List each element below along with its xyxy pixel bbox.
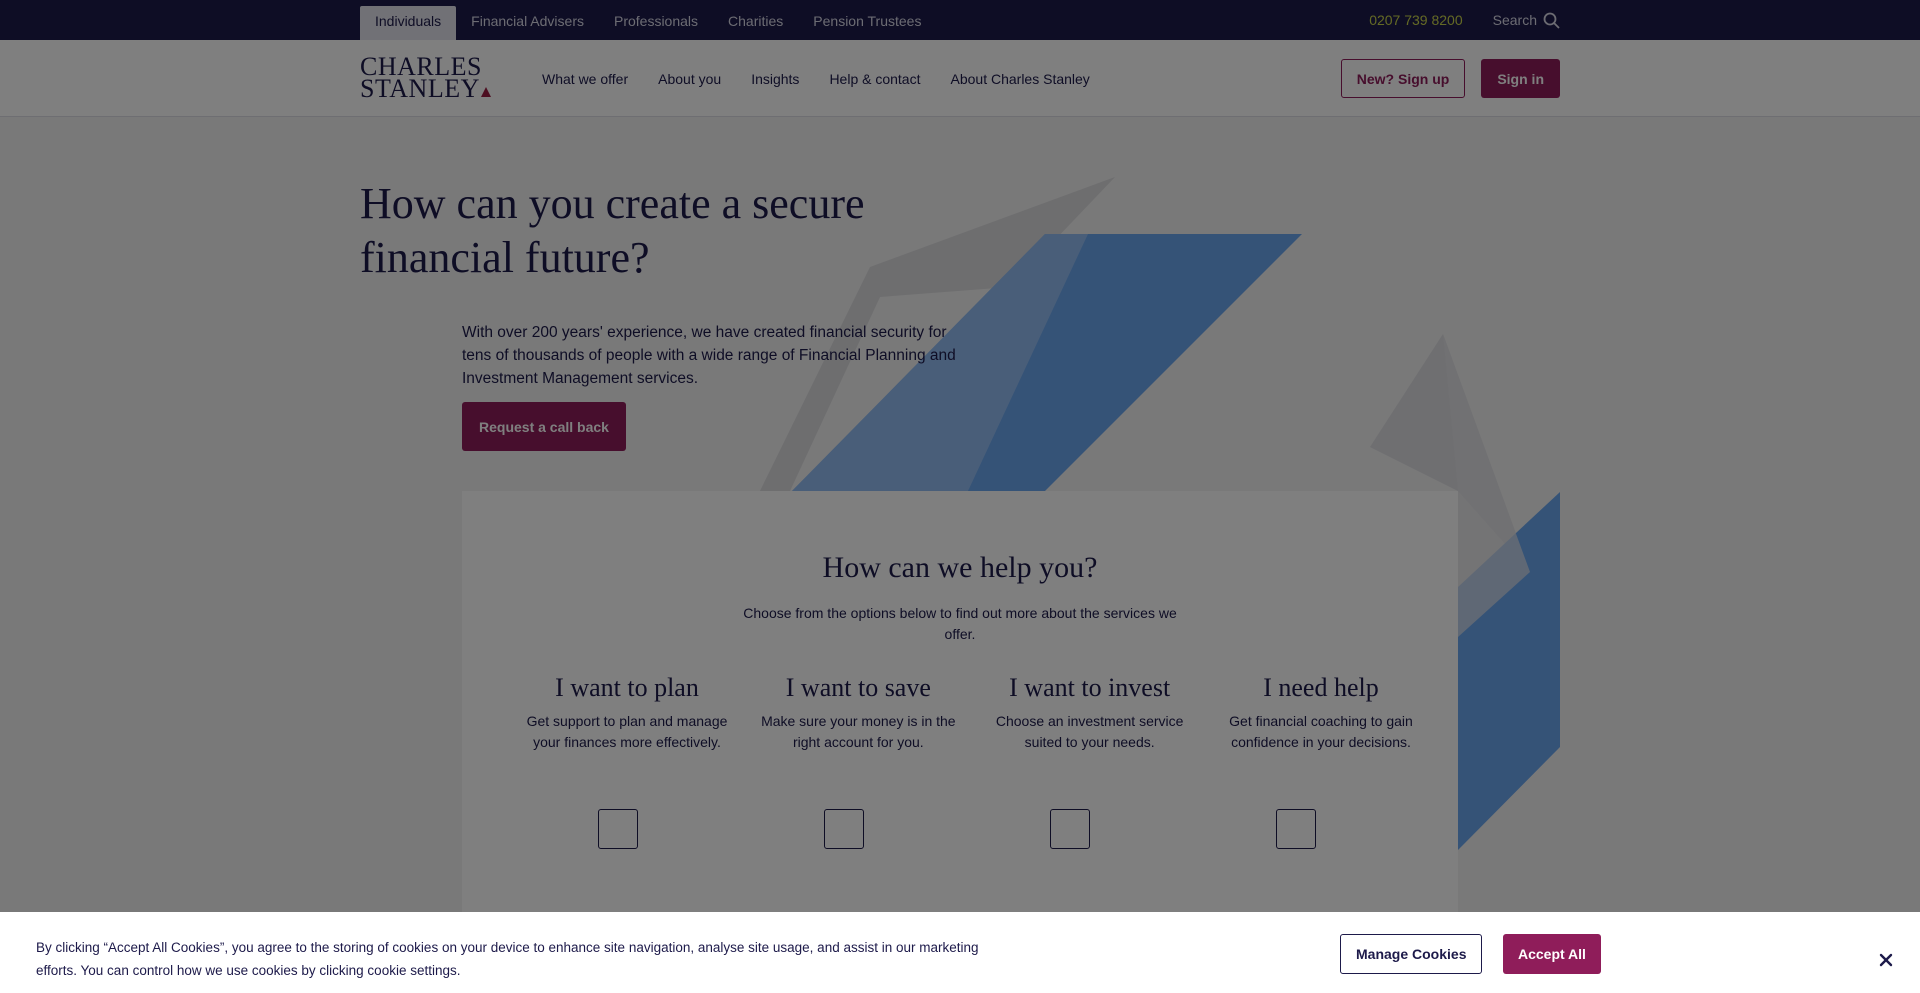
option-help[interactable]: I need help Get financial coaching to ga… xyxy=(1216,673,1426,753)
utility-right: 0207 739 8200 Search xyxy=(1369,0,1560,40)
close-icon[interactable] xyxy=(1876,950,1896,970)
option-title: I want to invest xyxy=(1009,673,1171,702)
main-header: CHARLES STANLEY What we offer About you … xyxy=(0,40,1920,117)
nav-about-charles-stanley[interactable]: About Charles Stanley xyxy=(951,71,1090,87)
signin-button[interactable]: Sign in xyxy=(1481,59,1560,98)
nav-what-we-offer[interactable]: What we offer xyxy=(542,71,628,87)
logo-line-2: STANLEY xyxy=(360,74,480,103)
option-save[interactable]: I want to save Make sure your money is i… xyxy=(753,673,963,753)
logo-triangle-icon xyxy=(480,87,491,97)
option-title: I need help xyxy=(1263,673,1379,702)
search-icon xyxy=(1543,12,1560,29)
accept-all-button[interactable]: Accept All xyxy=(1503,934,1601,974)
phone-link[interactable]: 0207 739 8200 xyxy=(1369,12,1462,28)
hero-title: How can you create a secure financial fu… xyxy=(360,179,865,282)
cookie-text: By clicking “Accept All Cookies”, you ag… xyxy=(36,940,979,978)
search-label: Search xyxy=(1492,12,1537,28)
option-text: Get support to plan and manage your fina… xyxy=(526,713,728,750)
signup-button[interactable]: New? Sign up xyxy=(1340,59,1466,98)
hero-section: How can you create a secure financial fu… xyxy=(0,117,1920,993)
tab-financial-advisers[interactable]: Financial Advisers xyxy=(456,6,599,40)
option-plan-icon-placeholder[interactable] xyxy=(598,809,638,849)
request-call-back-button[interactable]: Request a call back xyxy=(462,402,626,451)
main-nav: What we offer About you Insights Help & … xyxy=(542,40,1090,117)
header-actions: New? Sign up Sign in xyxy=(1340,59,1560,98)
utility-bar: Individuals Financial Advisers Professio… xyxy=(0,0,1920,40)
help-card: How can we help you? Choose from the opt… xyxy=(462,491,1458,951)
tab-professionals[interactable]: Professionals xyxy=(599,6,713,40)
tab-pension-trustees[interactable]: Pension Trustees xyxy=(798,6,936,40)
manage-cookies-button[interactable]: Manage Cookies xyxy=(1340,934,1483,974)
cookie-banner: By clicking “Accept All Cookies”, you ag… xyxy=(0,912,1920,993)
help-options: I want to plan Get support to plan and m… xyxy=(522,673,1426,753)
charles-stanley-logo[interactable]: CHARLES STANLEY xyxy=(360,54,491,103)
help-title: How can we help you? xyxy=(822,551,1098,584)
option-text: Make sure your money is in the right acc… xyxy=(761,713,956,750)
search-button[interactable]: Search xyxy=(1493,12,1560,29)
nav-help-contact[interactable]: Help & contact xyxy=(829,71,920,87)
help-subtitle: Choose from the options below to find ou… xyxy=(743,605,1177,642)
option-text: Choose an investment service suited to y… xyxy=(995,713,1184,750)
option-plan[interactable]: I want to plan Get support to plan and m… xyxy=(522,673,732,753)
option-title: I want to save xyxy=(785,673,931,702)
tab-charities[interactable]: Charities xyxy=(713,6,798,40)
option-invest[interactable]: I want to invest Choose an investment se… xyxy=(985,673,1195,753)
option-text: Get financial coaching to gain confidenc… xyxy=(1229,713,1413,750)
hero-description: With over 200 years' experience, we have… xyxy=(462,324,956,387)
option-save-icon-placeholder[interactable] xyxy=(824,809,864,849)
option-title: I want to plan xyxy=(555,673,699,702)
audience-tabs: Individuals Financial Advisers Professio… xyxy=(360,6,936,40)
tab-individuals[interactable]: Individuals xyxy=(360,6,457,40)
option-invest-icon-placeholder[interactable] xyxy=(1050,809,1090,849)
nav-insights[interactable]: Insights xyxy=(751,71,799,87)
option-help-icon-placeholder[interactable] xyxy=(1276,809,1316,849)
nav-about-you[interactable]: About you xyxy=(658,71,721,87)
